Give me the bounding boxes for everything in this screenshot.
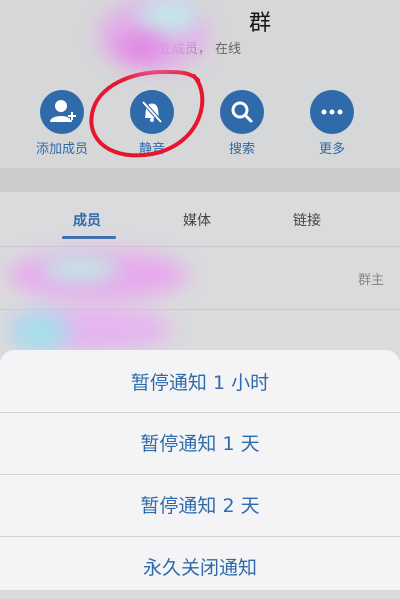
tab-active-indicator <box>62 236 116 239</box>
more-button[interactable]: 更多 <box>292 90 372 157</box>
mute-2-days-option[interactable]: 暂停通知 2 天 <box>0 475 400 537</box>
mute-forever-option[interactable]: 永久关闭通知 <box>0 537 400 599</box>
add-member-icon <box>40 90 84 134</box>
annotation-circle <box>89 69 205 158</box>
tab-members[interactable]: 成员 <box>73 210 101 230</box>
tab-media[interactable]: 媒体 <box>183 210 211 230</box>
tab-links[interactable]: 链接 <box>293 210 321 230</box>
more-icon <box>310 90 354 134</box>
more-label: 更多 <box>318 142 345 157</box>
mute-options-sheet: 暂停通知 1 小时 暂停通知 1 天 暂停通知 2 天 永久关闭通知 <box>0 350 400 590</box>
list-item[interactable]: 群主 <box>0 247 400 309</box>
member-role: 群主 <box>357 273 384 288</box>
search-label: 搜索 <box>228 142 255 157</box>
row-divider <box>0 309 400 310</box>
mute-1-hour-option[interactable]: 暂停通知 1 小时 <box>0 352 400 414</box>
group-subtitle: 立成员， 在线 <box>158 42 242 57</box>
search-icon <box>220 90 264 134</box>
tab-bar: 成员 媒体 链接 <box>0 192 400 246</box>
mute-1-day-option[interactable]: 暂停通知 1 天 <box>0 413 400 475</box>
group-title: 群 <box>248 11 271 36</box>
search-button[interactable]: 搜索 <box>202 90 282 157</box>
section-divider <box>0 168 400 192</box>
